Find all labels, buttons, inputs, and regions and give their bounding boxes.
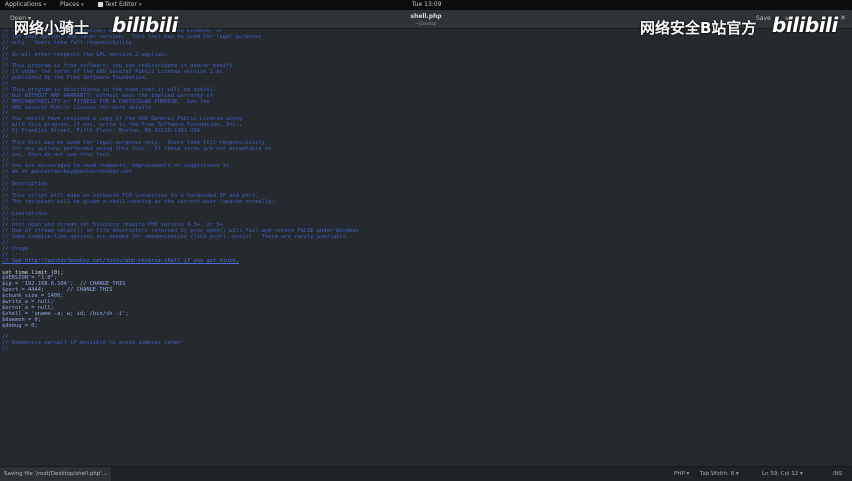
chevron-down-icon: ▾ (138, 2, 142, 8)
code-line: // (2, 346, 9, 353)
chevron-down-icon: ▾ (686, 471, 690, 477)
insert-mode: INS (833, 471, 843, 477)
places-menu[interactable]: Places ▾ (60, 0, 84, 10)
watermark-left-text: 网络小骑士 (14, 19, 90, 37)
save-button[interactable]: Save (756, 15, 771, 22)
chevron-down-icon: ▾ (735, 471, 739, 477)
applications-label: Applications (5, 1, 42, 8)
clock[interactable]: Tue 13:09 (412, 0, 441, 10)
position-label: Ln 59, Col 12 (762, 471, 799, 477)
text-editor-icon (98, 2, 103, 7)
close-icon[interactable]: ✕ (840, 14, 846, 22)
status-message: Saving file '/root/Desktop/shell.php'... (0, 467, 112, 481)
language-selector[interactable]: PHP ▾ (674, 467, 689, 481)
applications-menu[interactable]: Applications ▾ (5, 0, 46, 10)
chevron-down-icon: ▾ (81, 2, 84, 8)
tab-width-selector[interactable]: Tab Width: 8 ▾ (700, 467, 739, 481)
chevron-down-icon: ▾ (43, 2, 47, 8)
app-menu[interactable]: Text Editor ▾ (98, 0, 141, 10)
tab-width-label: Tab Width: 8 (700, 471, 735, 477)
text-area[interactable]: // the Free Software Foundation; either … (0, 29, 852, 466)
app-name: Text Editor (105, 1, 137, 8)
places-label: Places (60, 1, 80, 8)
cursor-position[interactable]: Ln 59, Col 12 ▾ (762, 467, 803, 481)
top-bar: Applications ▾ Places ▾ Text Editor ▾ Tue 1… (0, 0, 852, 10)
chevron-down-icon: ▾ (800, 471, 803, 477)
status-bar: Saving file '/root/Desktop/shell.php'...… (0, 466, 852, 481)
language-label: PHP (674, 471, 685, 477)
bilibili-logo-right: bilibili (772, 13, 838, 37)
bilibili-logo-left: bilibili (112, 13, 178, 37)
watermark-right-text: 网络安全B站官方 (640, 19, 757, 37)
